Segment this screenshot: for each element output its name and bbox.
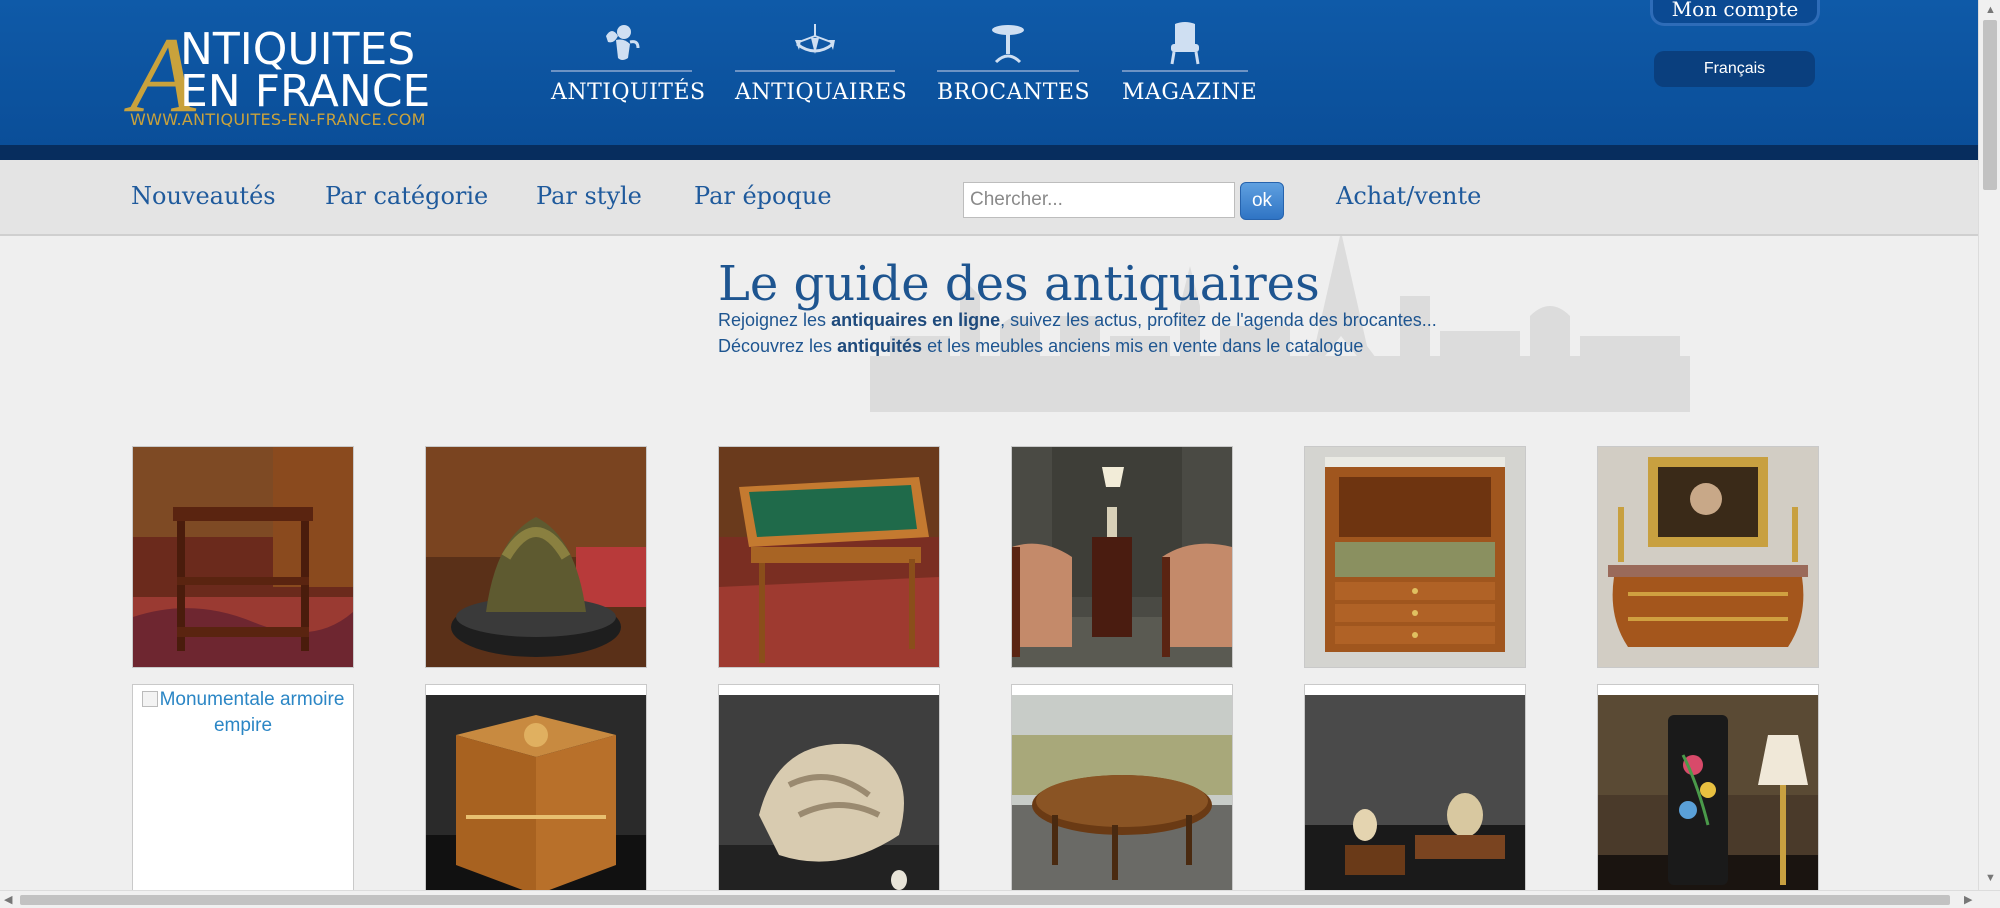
armchair-icon bbox=[1170, 22, 1200, 65]
language-selector[interactable]: Français bbox=[1654, 51, 1815, 87]
subnav-achat-vente[interactable]: Achat/vente bbox=[1336, 182, 1481, 210]
broken-image-alt: Monumentale armoire empire bbox=[133, 685, 353, 741]
hero-text: Découvrez les bbox=[718, 336, 838, 356]
pedestal-table-icon bbox=[992, 25, 1024, 64]
broken-image-alt-text: Monumentale armoire empire bbox=[159, 689, 345, 736]
product-tile[interactable] bbox=[718, 446, 940, 668]
product-tile[interactable] bbox=[1597, 446, 1819, 668]
nav-label-antiquites: ANTIQUITÉS bbox=[551, 80, 706, 105]
cherub-icon bbox=[605, 25, 639, 60]
hero-text: , suivez les actus, profitez de l'agenda… bbox=[1000, 310, 1437, 330]
site-header: A NTIQUITES EN FRANCE WWW.ANTIQUITES-EN-… bbox=[0, 0, 1978, 160]
subnav-par-style[interactable]: Par style bbox=[536, 182, 642, 210]
logo-text-line2: EN FRANCE bbox=[180, 66, 431, 117]
hero-link-antiquites[interactable]: antiquités bbox=[837, 336, 922, 356]
nav-divider bbox=[1122, 70, 1248, 72]
product-tile[interactable] bbox=[1304, 446, 1526, 668]
nav-magazine[interactable]: MAGAZINE bbox=[1122, 22, 1258, 112]
scroll-left-arrow-icon[interactable]: ◀ bbox=[4, 894, 12, 906]
product-tile[interactable] bbox=[1011, 446, 1233, 668]
nav-label-antiquaires: ANTIQUAIRES bbox=[735, 80, 908, 105]
horizontal-scroll-thumb[interactable] bbox=[20, 895, 1950, 905]
product-tile[interactable] bbox=[1597, 684, 1819, 906]
hero-text: et les meubles anciens mis en vente dans… bbox=[922, 336, 1364, 356]
product-image-marquetry-box bbox=[426, 695, 646, 895]
product-tile-broken-image[interactable]: Monumentale armoire empire bbox=[132, 684, 354, 906]
product-image-bronze-sculpture bbox=[426, 447, 646, 667]
scroll-down-arrow-icon[interactable]: ▼ bbox=[1985, 872, 1996, 884]
product-tile[interactable] bbox=[1011, 684, 1233, 906]
nav-antiquites[interactable]: ANTIQUITÉS bbox=[551, 22, 706, 112]
product-tile[interactable] bbox=[1304, 684, 1526, 906]
product-image-writing-desk bbox=[719, 447, 939, 667]
nav-divider bbox=[551, 70, 692, 72]
vertical-scrollbar[interactable]: ▲ ▼ bbox=[1978, 0, 2000, 890]
product-image-round-table bbox=[1012, 695, 1232, 895]
site-logo[interactable]: A NTIQUITES EN FRANCE WWW.ANTIQUITES-EN-… bbox=[130, 22, 450, 132]
subnav-par-categorie[interactable]: Par catégorie bbox=[325, 182, 488, 210]
nav-label-magazine: MAGAZINE bbox=[1122, 80, 1258, 105]
scroll-up-arrow-icon[interactable]: ▲ bbox=[1985, 4, 1996, 16]
product-tile[interactable] bbox=[425, 684, 647, 906]
product-image-commode bbox=[1598, 447, 1818, 667]
logo-url: WWW.ANTIQUITES-EN-FRANCE.COM bbox=[130, 110, 426, 129]
product-image-shell-sculpture bbox=[719, 695, 939, 895]
scroll-right-arrow-icon[interactable]: ▶ bbox=[1964, 894, 1972, 906]
chandelier-icon bbox=[795, 24, 835, 54]
search-button[interactable]: ok bbox=[1240, 182, 1284, 220]
hero-text: Rejoignez les bbox=[718, 310, 832, 330]
horizontal-scrollbar[interactable]: ◀ ▶ bbox=[0, 890, 2000, 908]
product-image-painted-vase bbox=[1598, 695, 1818, 895]
broken-image-icon bbox=[141, 691, 158, 707]
product-image-secretary-desk bbox=[1305, 447, 1525, 667]
product-image-armchairs-pair bbox=[1012, 447, 1232, 667]
product-tile[interactable] bbox=[718, 684, 940, 906]
header-band bbox=[0, 145, 1978, 160]
account-button[interactable]: Mon compte bbox=[1650, 0, 1820, 26]
nav-divider bbox=[735, 70, 895, 72]
nav-divider bbox=[937, 70, 1079, 72]
nav-antiquaires[interactable]: ANTIQUAIRES bbox=[735, 22, 908, 112]
subnav-nouveautes[interactable]: Nouveautés bbox=[131, 182, 276, 210]
sub-navigation: Nouveautés Par catégorie Par style Par é… bbox=[0, 160, 1978, 236]
hero-link-antiquaires[interactable]: antiquaires en ligne bbox=[831, 310, 1000, 330]
nav-label-brocantes: BROCANTES bbox=[937, 80, 1091, 105]
hero-intro-line-2: Découvrez les antiquités et les meubles … bbox=[718, 336, 1363, 357]
page-title: Le guide des antiquaires bbox=[718, 256, 1320, 312]
search-input[interactable] bbox=[963, 182, 1235, 218]
product-image-servant-table bbox=[133, 447, 353, 667]
hero-intro-line-1: Rejoignez les antiquaires en ligne, suiv… bbox=[718, 310, 1437, 331]
product-tile[interactable] bbox=[132, 446, 354, 668]
product-image-bookends bbox=[1305, 695, 1525, 895]
subnav-par-epoque[interactable]: Par époque bbox=[694, 182, 832, 210]
product-tile[interactable] bbox=[425, 446, 647, 668]
vertical-scroll-thumb[interactable] bbox=[1983, 20, 1997, 190]
nav-brocantes[interactable]: BROCANTES bbox=[937, 22, 1091, 112]
